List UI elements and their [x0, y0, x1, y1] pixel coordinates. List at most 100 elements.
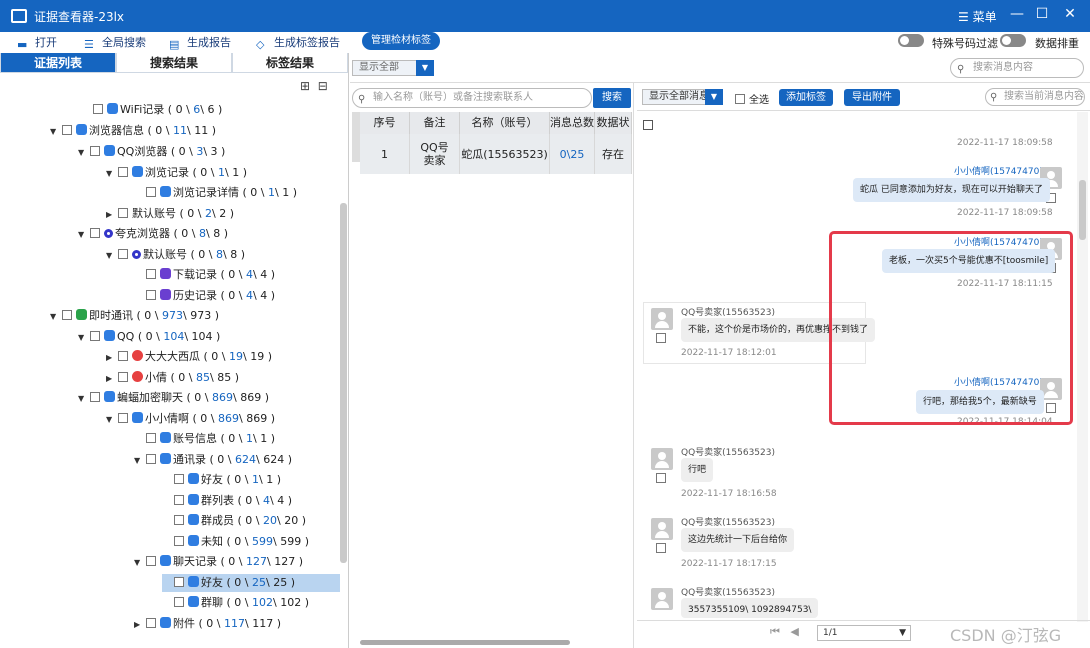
- collapse-icon[interactable]: ▼: [106, 247, 118, 265]
- collapse-icon[interactable]: ▼: [134, 452, 146, 470]
- document-icon[interactable]: [643, 120, 653, 130]
- collapse-icon[interactable]: ▼: [78, 226, 90, 244]
- tree-node[interactable]: 下载记录 ( 0 \ 4\ 4 ): [134, 266, 275, 284]
- message-checkbox[interactable]: [656, 473, 666, 483]
- first-page-button[interactable]: ⏮: [770, 625, 780, 638]
- menu-button[interactable]: ☰ 菜单: [958, 8, 997, 25]
- tree-node[interactable]: ▼ QQ ( 0 \ 104\ 104 ): [78, 328, 220, 346]
- special-number-filter-toggle[interactable]: [898, 34, 924, 47]
- tree-node[interactable]: ▼ 浏览器信息 ( 0 \ 11\ 11 ): [50, 122, 216, 140]
- chevron-down-icon[interactable]: ▼: [416, 60, 434, 76]
- maximize-button[interactable]: ☐: [1032, 6, 1052, 22]
- tree-node[interactable]: ▼ 小小倩啊 ( 0 \ 869\ 869 ): [106, 410, 275, 428]
- contact-search-input[interactable]: ⚲ 输入名称（账号）或备注搜索联系人: [352, 88, 592, 108]
- tree-node[interactable]: 账号信息 ( 0 \ 1\ 1 ): [134, 430, 275, 448]
- tree-checkbox[interactable]: [90, 146, 100, 156]
- tree-node[interactable]: ▼ 浏览记录 ( 0 \ 1\ 1 ): [106, 164, 247, 182]
- table-cell-message-count[interactable]: 0\25: [550, 134, 595, 174]
- tab-evidence-list[interactable]: 证据列表: [0, 53, 116, 73]
- message-bubble[interactable]: 行吧: [681, 458, 714, 482]
- collapse-icon[interactable]: ▼: [78, 390, 90, 408]
- tree-node[interactable]: ▼ 夸克浏览器 ( 0 \ 8\ 8 ): [78, 225, 228, 243]
- tree-checkbox[interactable]: [93, 104, 103, 114]
- collapse-all-icon[interactable]: ⊟: [318, 79, 328, 93]
- minimize-button[interactable]: —: [1007, 6, 1027, 22]
- col-header-index[interactable]: 序号: [360, 112, 410, 134]
- close-button[interactable]: ✕: [1060, 6, 1080, 22]
- table-cell-remark[interactable]: QQ号卖家: [410, 134, 460, 174]
- tree-node[interactable]: ▶ 小倩 ( 0 \ 85\ 85 ): [106, 369, 239, 387]
- collapse-icon[interactable]: ▼: [50, 123, 62, 141]
- tree-node[interactable]: ▶ 默认账号 ( 0 \ 2\ 2 ): [106, 205, 234, 223]
- tree-node[interactable]: 历史记录 ( 0 \ 4\ 4 ): [134, 287, 275, 305]
- table-cell-data-status[interactable]: 存在: [595, 134, 632, 174]
- tree-checkbox[interactable]: [146, 556, 156, 566]
- message-search-input[interactable]: ⚲ 搜索消息内容: [950, 58, 1084, 78]
- tree-checkbox[interactable]: [146, 269, 156, 279]
- tree-node[interactable]: ▼ 通讯录 ( 0 \ 624\ 624 ): [134, 451, 292, 469]
- tree-node[interactable]: 未知 ( 0 \ 599\ 599 ): [162, 533, 309, 551]
- tree-checkbox[interactable]: [174, 495, 184, 505]
- data-sort-toggle[interactable]: [1000, 34, 1026, 47]
- tree-checkbox[interactable]: [62, 125, 72, 135]
- tree-node[interactable]: 群列表 ( 0 \ 4\ 4 ): [162, 492, 292, 510]
- tree-node[interactable]: ▼ 蝙蝠加密聊天 ( 0 \ 869\ 869 ): [78, 389, 269, 407]
- message-bubble[interactable]: 蛇瓜 已同意添加为好友，现在可以开始聊天了: [853, 178, 1050, 202]
- tree-checkbox[interactable]: [146, 290, 156, 300]
- tree-checkbox[interactable]: [118, 413, 128, 423]
- tree-checkbox[interactable]: [146, 187, 156, 197]
- prev-page-button[interactable]: ◀: [790, 625, 798, 638]
- tree-node[interactable]: WiFi记录 ( 0 \ 6\ 6 ): [81, 101, 222, 119]
- manage-material-tags-button[interactable]: 管理检材标签: [362, 32, 440, 50]
- tree-scrollbar[interactable]: [340, 203, 347, 563]
- tree-node[interactable]: 群聊 ( 0 \ 102\ 102 ): [162, 594, 309, 612]
- tree-checkbox[interactable]: [174, 474, 184, 484]
- tree-node[interactable]: ▼ 即时通讯 ( 0 \ 973\ 973 ): [50, 307, 219, 325]
- collapse-icon[interactable]: ▼: [50, 308, 62, 326]
- table-cell-name[interactable]: 蛇瓜(15563523): [460, 134, 550, 174]
- open-button[interactable]: ▬ 打开: [17, 34, 57, 51]
- expand-icon[interactable]: ▶: [106, 370, 118, 388]
- collapse-icon[interactable]: ▼: [78, 144, 90, 162]
- tree-checkbox[interactable]: [62, 310, 72, 320]
- tab-search-results[interactable]: 搜索结果: [116, 53, 232, 73]
- tree-checkbox[interactable]: [118, 249, 128, 259]
- message-bubble[interactable]: 3557355109\ 1092894753\: [681, 598, 819, 618]
- expand-icon[interactable]: ▶: [106, 349, 118, 367]
- tree-node[interactable]: 群成员 ( 0 \ 20\ 20 ): [162, 512, 306, 530]
- tree-node[interactable]: 好友 ( 0 \ 1\ 1 ): [162, 471, 281, 489]
- export-attachments-button[interactable]: 导出附件: [844, 89, 900, 106]
- generate-tag-report-button[interactable]: ◇ 生成标签报告: [256, 34, 340, 51]
- tree-checkbox[interactable]: [174, 515, 184, 525]
- add-tag-button[interactable]: 添加标签: [779, 89, 833, 106]
- tree-checkbox[interactable]: [118, 208, 128, 218]
- col-header-message-count[interactable]: 消息总数: [550, 112, 595, 134]
- expand-icon[interactable]: ▶: [106, 206, 118, 224]
- tree-checkbox[interactable]: [146, 454, 156, 464]
- collapse-icon[interactable]: ▼: [78, 329, 90, 347]
- tree-checkbox[interactable]: [90, 331, 100, 341]
- tree-checkbox[interactable]: [146, 618, 156, 628]
- message-bubble[interactable]: 这边先统计一下后台给你: [681, 528, 795, 552]
- tree-node[interactable]: ▶ 附件 ( 0 \ 117\ 117 ): [134, 615, 281, 633]
- page-select[interactable]: 1/1 ▼: [817, 625, 911, 641]
- collapse-icon[interactable]: ▼: [106, 165, 118, 183]
- chat-scrollbar-thumb[interactable]: [1079, 180, 1086, 240]
- message-checkbox[interactable]: [656, 543, 666, 553]
- contact-search-button[interactable]: 搜索: [593, 88, 631, 108]
- tab-tag-results[interactable]: 标签结果: [232, 53, 348, 73]
- table-horizontal-scrollbar[interactable]: [360, 640, 570, 645]
- col-header-remark[interactable]: 备注: [410, 112, 460, 134]
- tree-checkbox[interactable]: [174, 577, 184, 587]
- tree-node[interactable]: ▶ 大大大西瓜 ( 0 \ 19\ 19 ): [106, 348, 272, 366]
- tree-node[interactable]: 好友 ( 0 \ 25\ 25 ): [162, 574, 340, 592]
- generate-report-button[interactable]: ▤ 生成报告: [169, 34, 231, 51]
- message-checkbox[interactable]: [656, 333, 666, 343]
- col-header-data-status[interactable]: 数据状: [595, 112, 632, 134]
- tree-checkbox[interactable]: [118, 351, 128, 361]
- expand-icon[interactable]: ▶: [134, 616, 146, 634]
- expand-all-icon[interactable]: ⊞: [300, 79, 310, 93]
- global-search-button[interactable]: ☰ 全局搜索: [84, 34, 146, 51]
- tree-checkbox[interactable]: [90, 392, 100, 402]
- chevron-down-icon[interactable]: ▼: [705, 89, 723, 105]
